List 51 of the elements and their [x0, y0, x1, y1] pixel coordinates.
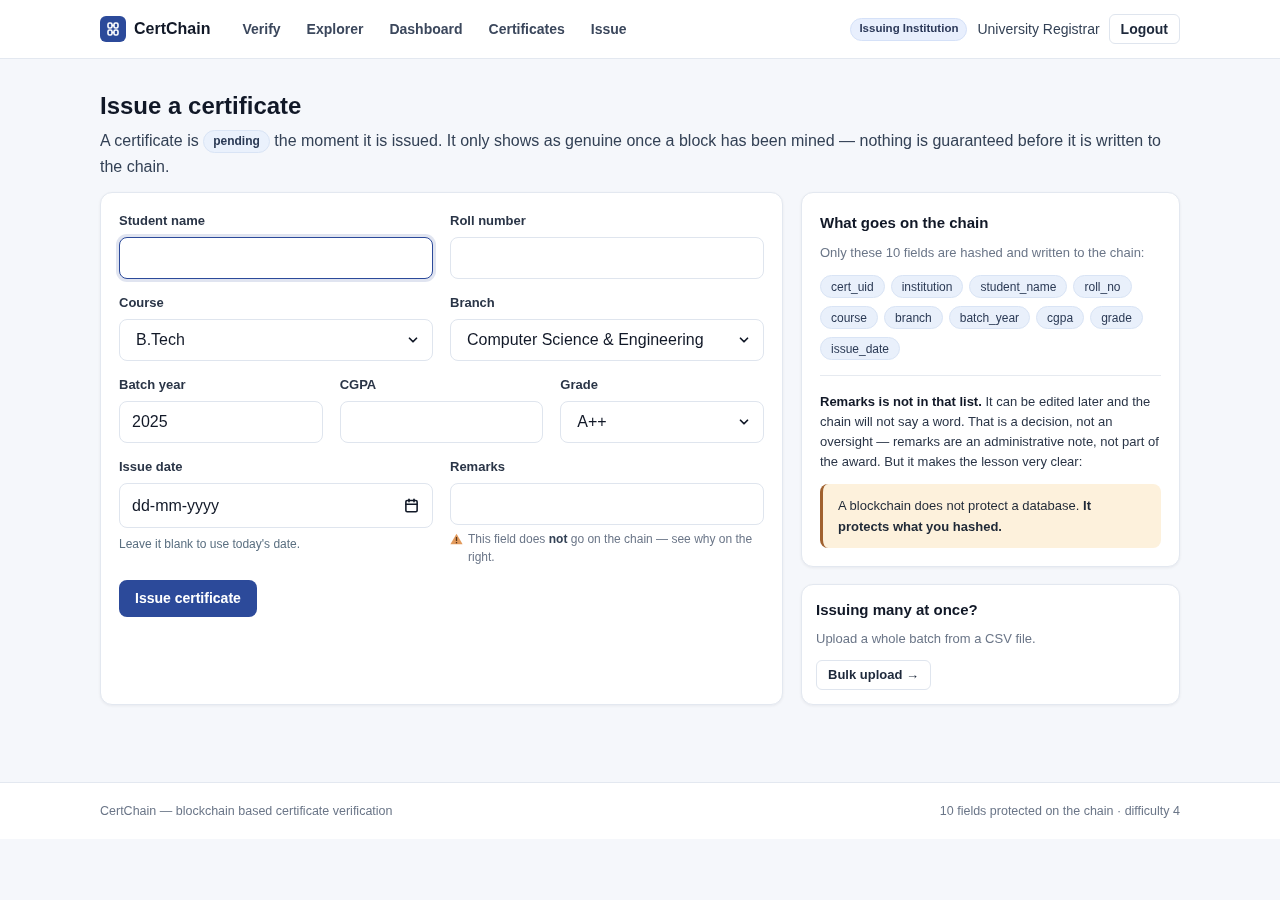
- role-badge: Issuing Institution: [850, 17, 968, 41]
- page-title: Issue a certificate: [100, 92, 303, 120]
- select-field[interactable]: Computer Science & Engineering: [450, 319, 764, 361]
- nav-link[interactable]: Explorer: [306, 18, 364, 40]
- brand-name: CertChain: [134, 19, 211, 39]
- chain-links-icon: [100, 16, 126, 42]
- field-label: Branch: [450, 295, 496, 311]
- field-chip: cert_uid: [820, 275, 885, 298]
- select-field[interactable]: B.Tech: [119, 319, 433, 361]
- field-chip: branch: [884, 306, 943, 329]
- select-field[interactable]: A++: [560, 401, 764, 443]
- footer-text: CertChain — blockchain based certificate verification: [100, 802, 393, 820]
- footer-text: 10 fields protected on the chain · difficulty 4: [939, 802, 1180, 820]
- warning-icon: [450, 533, 463, 545]
- card-title: What goes on the chain: [820, 213, 990, 233]
- nav-link[interactable]: Certificates: [488, 18, 565, 40]
- card-description: Only these 10 fields are hashed and written to the chain:: [820, 244, 1146, 262]
- field-label: Grade: [560, 377, 599, 393]
- field-chip: roll_no: [1073, 275, 1132, 298]
- input-field[interactable]: [119, 237, 433, 279]
- user-name: University Registrar: [977, 19, 1100, 39]
- field-hint: This field does not go on the chain — see why on the right.: [468, 531, 754, 566]
- date-field[interactable]: dd-mm-yyyy: [119, 483, 433, 528]
- issue-certificate-button[interactable]: Issue certificate: [119, 580, 257, 617]
- nav-link[interactable]: Verify: [242, 18, 281, 40]
- field-hint: Leave it blank to use today's date.: [119, 536, 302, 553]
- field-chip: course: [820, 306, 879, 329]
- explanation-text: Remarks is not in that list. It can be edited later and the chain will not say a word. That is a decision, not an oversight — remarks are an administrative note, not part of the award. But it makes the lesson very clear:: [820, 393, 1160, 471]
- logout-button[interactable]: Logout: [1108, 14, 1180, 44]
- field-chip: student_name: [969, 275, 1068, 298]
- input-field[interactable]: 2025: [119, 401, 323, 443]
- field-label: Remarks: [450, 459, 506, 475]
- field-chip: batch_year: [948, 306, 1031, 329]
- card-title: Issuing many at once?: [816, 600, 979, 620]
- field-chip: cgpa: [1036, 306, 1085, 329]
- nav-link[interactable]: Dashboard: [389, 18, 463, 40]
- nav-link[interactable]: Issue: [590, 18, 627, 40]
- card-description: Upload a whole batch from a CSV file.: [816, 630, 1037, 648]
- field-label: Issue date: [119, 459, 184, 475]
- field-chip: grade: [1090, 306, 1143, 329]
- field-label: Batch year: [119, 377, 187, 393]
- intro-text: A certificate is pending the moment it is issued. It only shows as genuine once a block has been mined — nothing is guaranteed before it is written to the chain.: [100, 129, 1162, 177]
- callout-box: A blockchain does not protect a database. It protects what you hashed.: [820, 484, 1161, 548]
- field-chip: issue_date: [820, 337, 901, 360]
- calendar-icon: [404, 498, 419, 513]
- field-label: Roll number: [450, 213, 527, 229]
- field-label: Course: [119, 295, 165, 311]
- field-label: Student name: [119, 213, 206, 229]
- field-chip: institution: [890, 275, 964, 298]
- bulk-upload-button[interactable]: Bulk upload →: [816, 660, 931, 690]
- field-label: CGPA: [339, 377, 378, 393]
